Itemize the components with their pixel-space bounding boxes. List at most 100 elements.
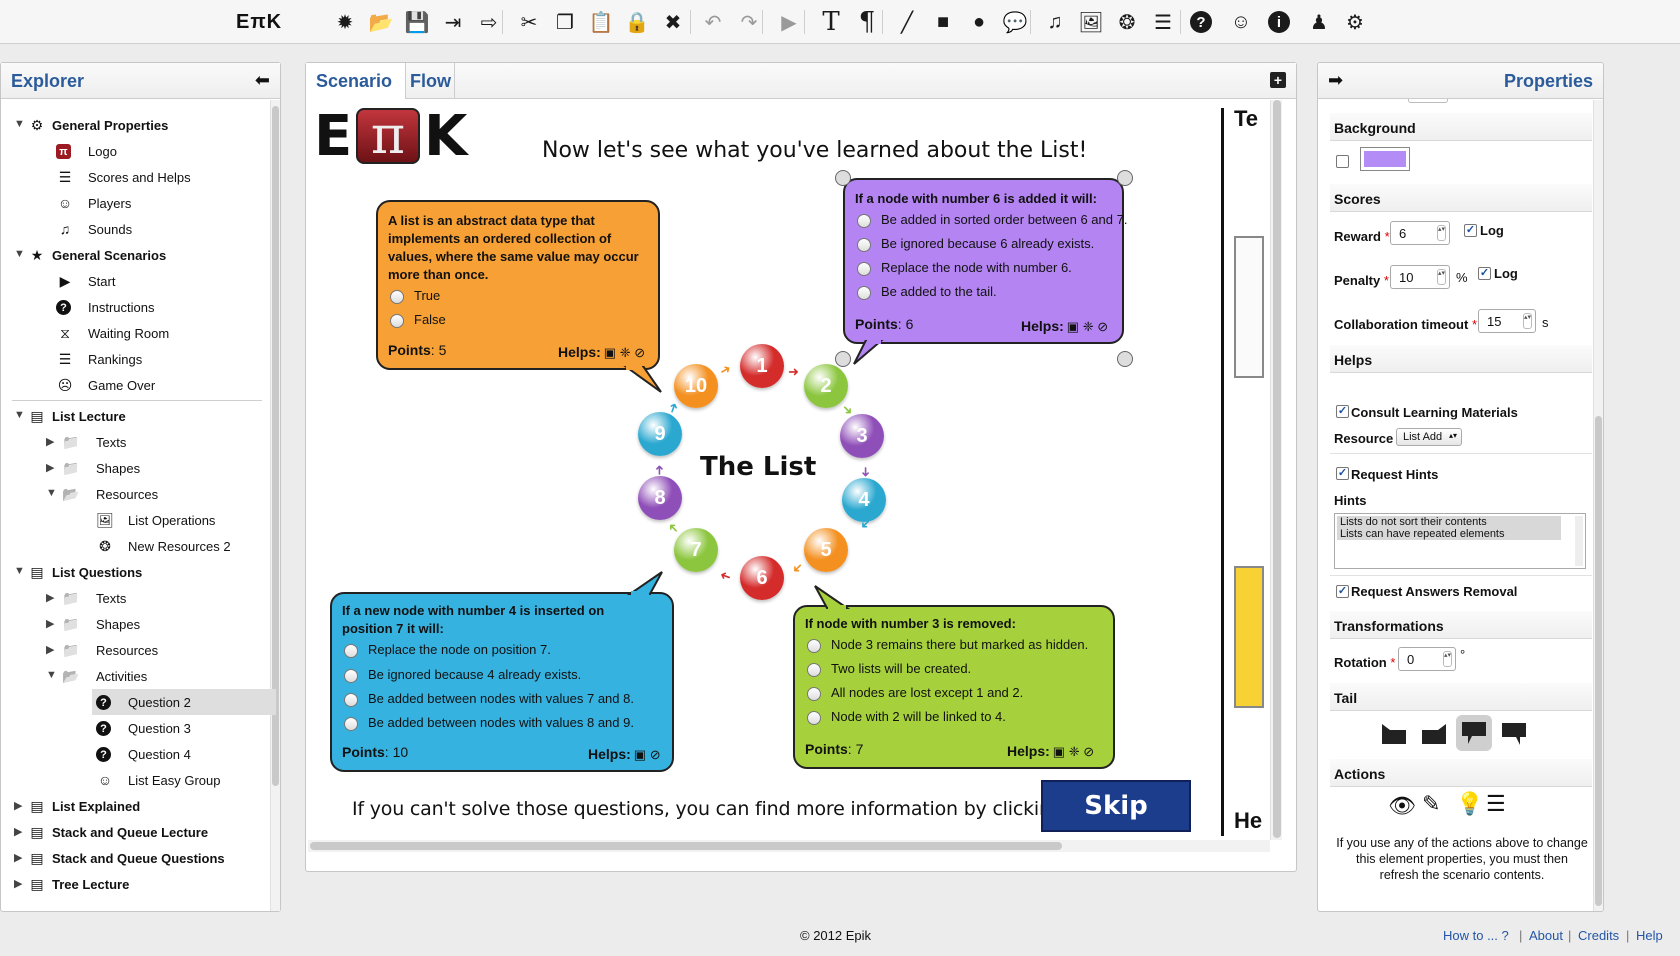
lightbulb-icon[interactable]: 💡 xyxy=(1456,791,1483,817)
canvas-vertical-scrollbar[interactable] xyxy=(1270,100,1282,840)
hints-list[interactable]: Lists do not sort their contents Lists c… xyxy=(1334,513,1586,569)
tree-item-start[interactable]: ▶ Start xyxy=(8,268,276,294)
answer-option[interactable]: Be ignored because 4 already exists. xyxy=(344,667,581,687)
tree-item-resources[interactable]: ▶ 📁 Resources xyxy=(8,637,276,663)
radio-button[interactable] xyxy=(390,289,404,304)
collapsed-arrow-icon[interactable]: ▶ xyxy=(46,617,56,630)
collaboration-timeout-input[interactable]: 15 ▴▾ xyxy=(1478,309,1536,333)
properties-scrollbar-thumb[interactable] xyxy=(1595,416,1602,906)
tab-scenario[interactable]: Scenario xyxy=(316,71,392,92)
penalty-log-checkbox[interactable]: ✓ xyxy=(1478,267,1491,280)
answer-option[interactable]: Replace the node with number 6. xyxy=(857,260,1072,280)
radio-button[interactable] xyxy=(344,692,358,707)
tree-item-list-easy-group[interactable]: ☺ List Easy Group xyxy=(8,767,276,793)
expanded-arrow-icon[interactable]: ▼ xyxy=(14,248,25,260)
radio-button[interactable] xyxy=(857,213,871,228)
footer-link-help[interactable]: Help xyxy=(1636,928,1663,943)
tree-item-texts[interactable]: ▶ 📁 Texts xyxy=(8,585,276,611)
radio-button[interactable] xyxy=(857,261,871,276)
expanded-arrow-icon[interactable]: ▼ xyxy=(46,487,57,499)
music-icon[interactable]: ♫ xyxy=(1040,8,1070,36)
footer-link-about[interactable]: About xyxy=(1529,928,1563,943)
tree-item-waiting-room[interactable]: ⧖ Waiting Room xyxy=(8,320,276,346)
paste-icon[interactable]: 📋 xyxy=(586,8,616,36)
rectangle-icon[interactable]: ■ xyxy=(928,8,958,36)
question-bubble-add-node[interactable]: If a node with number 6 is added it will… xyxy=(843,178,1127,344)
radio-button[interactable] xyxy=(390,313,404,328)
tree-item-question-4[interactable]: ? Question 4 xyxy=(8,741,276,767)
skip-button[interactable]: Skip xyxy=(1041,780,1191,832)
tree-item-shapes[interactable]: ▶ 📁 Shapes xyxy=(8,455,276,481)
background-checkbox[interactable] xyxy=(1336,155,1349,168)
tree-item-activities[interactable]: ▼ 📂 Activities xyxy=(8,663,276,689)
penalty-input[interactable]: 10 ▴▾ xyxy=(1390,265,1450,289)
radio-button[interactable] xyxy=(344,643,358,658)
tree-item-scores-and-helps[interactable]: ☰ Scores and Helps xyxy=(8,164,276,190)
radio-button[interactable] xyxy=(344,716,358,731)
radio-button[interactable] xyxy=(807,638,821,653)
request-removal-checkbox[interactable]: ✓ xyxy=(1336,585,1349,598)
radio-button[interactable] xyxy=(807,662,821,677)
spinner-icon[interactable]: ▴▾ xyxy=(1443,651,1452,667)
tree-item-sounds[interactable]: ♫ Sounds xyxy=(8,216,276,242)
tail-right-down-button[interactable] xyxy=(1496,719,1532,749)
tree-item-shapes[interactable]: ▶ 📁 Shapes xyxy=(8,611,276,637)
help-icons[interactable]: ▣ ⊘ xyxy=(634,747,661,762)
tree-item-resources[interactable]: ▼ 📂 Resources xyxy=(8,481,276,507)
tree-item-question-3[interactable]: ? Question 3 xyxy=(8,715,276,741)
help-icons[interactable]: ▣ ❈ ⊘ xyxy=(1053,744,1094,759)
collapsed-arrow-icon[interactable]: ▶ xyxy=(46,591,56,604)
request-hints-checkbox[interactable]: ✓ xyxy=(1336,467,1349,480)
text-icon[interactable]: T xyxy=(816,7,846,37)
answer-option[interactable]: Two lists will be created. xyxy=(807,661,971,681)
radio-button[interactable] xyxy=(857,237,871,252)
answer-option[interactable]: Be added to the tail. xyxy=(857,284,997,304)
info-icon[interactable]: i xyxy=(1268,11,1290,33)
resource-select[interactable]: List Add ▴▾ xyxy=(1396,428,1462,446)
selection-handle[interactable] xyxy=(835,351,851,367)
tree-item-new-resources-2[interactable]: ❂ New Resources 2 xyxy=(8,533,276,559)
tree-item-list-operations[interactable]: 🖼 List Operations xyxy=(8,507,276,533)
hint-item[interactable]: Lists do not sort their contents xyxy=(1337,516,1561,528)
collapsed-arrow-icon[interactable]: ▶ xyxy=(14,877,24,890)
expand-properties-icon[interactable]: ➡ xyxy=(1328,70,1343,91)
radio-button[interactable] xyxy=(344,668,358,683)
delete-icon[interactable]: ✖ xyxy=(658,8,688,36)
answer-option[interactable]: Be added between nodes with values 7 and… xyxy=(344,691,634,711)
expanded-arrow-icon[interactable]: ▼ xyxy=(14,118,25,130)
tree-item-game-over[interactable]: ☹ Game Over xyxy=(8,372,276,398)
answer-option[interactable]: Node 3 remains there but marked as hidde… xyxy=(807,637,1088,657)
copy-icon[interactable]: ❐ xyxy=(550,8,580,36)
selection-handle[interactable] xyxy=(1117,170,1133,186)
save-icon[interactable]: 💾 xyxy=(402,8,432,36)
rotation-input[interactable]: 0 ▴▾ xyxy=(1398,647,1456,671)
eye-icon[interactable]: 👁 xyxy=(1388,793,1416,819)
tail-right-up-button[interactable] xyxy=(1416,719,1452,749)
collapsed-arrow-icon[interactable]: ▶ xyxy=(14,851,24,864)
settings-icon[interactable]: ⚙ xyxy=(1340,8,1370,36)
help-icons[interactable]: ▣ ❈ ⊘ xyxy=(604,345,645,360)
document-icon[interactable]: ☰ xyxy=(1148,8,1178,36)
tail-left-down-button[interactable] xyxy=(1456,715,1492,751)
paragraph-icon[interactable]: ¶ xyxy=(852,7,882,37)
properties-scrollbar[interactable] xyxy=(1593,100,1603,911)
help-icons[interactable]: ▣ ❈ ⊘ xyxy=(1067,319,1108,334)
spinner-icon[interactable]: ▴▾ xyxy=(1523,313,1532,329)
question-bubble-remove-node[interactable]: If node with number 3 is removed: Node 3… xyxy=(793,605,1115,769)
answer-option[interactable]: Be added in sorted order between 6 and 7… xyxy=(857,212,1127,232)
footer-link-how-to[interactable]: How to ... ? xyxy=(1443,928,1509,943)
answer-option[interactable]: All nodes are lost except 1 and 2. xyxy=(807,685,1023,705)
answer-option[interactable]: Node with 2 will be linked to 4. xyxy=(807,709,1006,729)
background-color-swatch[interactable] xyxy=(1360,147,1410,171)
image-icon[interactable]: 🖼 xyxy=(1076,8,1106,36)
circle-icon[interactable]: ● xyxy=(964,8,994,36)
tree-item-general-properties[interactable]: ▼ ⚙ General Properties xyxy=(8,112,276,138)
tail-left-up-button[interactable] xyxy=(1376,719,1412,749)
hints-scrollbar[interactable] xyxy=(1575,516,1583,566)
reward-input[interactable]: 6 ▴▾ xyxy=(1390,221,1450,245)
collapsed-arrow-icon[interactable]: ▶ xyxy=(46,461,56,474)
tree-item-tree-lecture[interactable]: ▶ ▤ Tree Lecture xyxy=(8,871,276,897)
import-icon[interactable]: ⇥ xyxy=(438,8,468,36)
speech-bubble-icon[interactable]: 💬 xyxy=(1000,8,1030,36)
answer-option[interactable]: Replace the node on position 7. xyxy=(344,642,551,662)
